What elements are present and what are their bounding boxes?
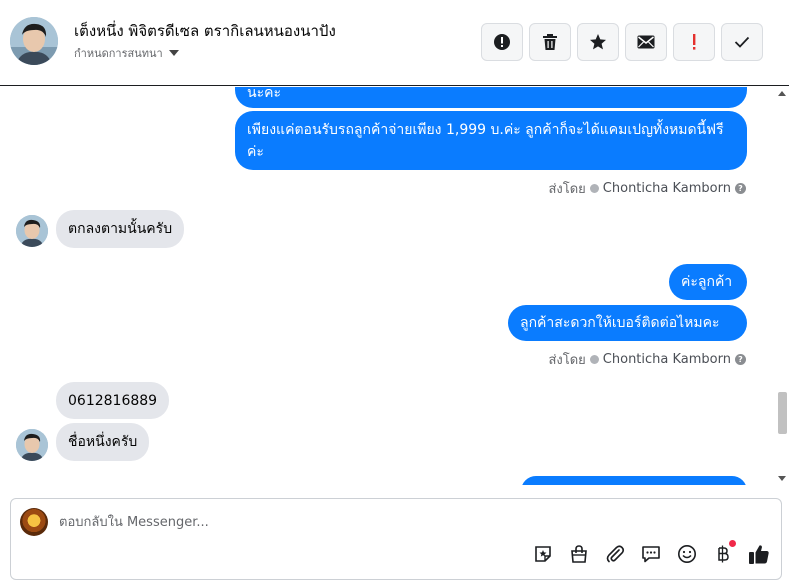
delete-button[interactable] xyxy=(529,23,571,61)
payments-button[interactable] xyxy=(712,540,736,565)
composer-tools xyxy=(532,540,770,565)
message-text: 0612816889 xyxy=(68,393,158,409)
chat-bubble-icon xyxy=(642,546,660,563)
message-text: ลูกค้าสะดวกให้เบอร์ติดต่อไหมคะ xyxy=(520,315,720,331)
header-actions xyxy=(481,23,763,61)
emoji-button[interactable] xyxy=(676,543,698,565)
alert-circle-icon xyxy=(494,34,510,50)
star-button[interactable] xyxy=(577,23,619,61)
envelope-icon xyxy=(637,35,655,49)
trash-icon xyxy=(543,34,557,50)
mark-done-button[interactable] xyxy=(721,23,763,61)
page-badge-icon xyxy=(589,184,599,193)
contact-avatar[interactable] xyxy=(10,17,58,65)
message-thread[interactable]: นะคะ เพียงแค่ตอนรับรถลูกค้าจ่ายเพียง 1,9… xyxy=(0,87,776,485)
scrollbar-thumb[interactable] xyxy=(778,392,787,434)
scroll-down-icon[interactable] xyxy=(778,476,786,481)
scroll-up-icon[interactable] xyxy=(778,91,786,96)
contact-avatar-small[interactable] xyxy=(16,429,48,461)
attach-button[interactable] xyxy=(604,543,626,565)
follow-up-button[interactable] xyxy=(673,23,715,61)
exclamation-icon xyxy=(693,34,696,50)
outgoing-message[interactable]: นะคะ xyxy=(235,87,747,108)
assign-conversation-dropdown[interactable]: กำหนดการสนทนา xyxy=(74,44,179,62)
shopping-bag-icon xyxy=(571,545,587,563)
sticker-button[interactable] xyxy=(532,543,554,565)
check-icon xyxy=(734,36,750,48)
sent-by-label: ส่งโดย Chonticha Kamborn ? xyxy=(548,178,746,199)
contact-name[interactable]: เต็งหนึ่ง พิจิตรดีเซล ตรากิเลนหนองนาปัง xyxy=(74,19,336,43)
page-avatar xyxy=(20,508,48,536)
mark-spam-button[interactable] xyxy=(481,23,523,61)
outgoing-message[interactable]: ลูกค้าสะดวกให้เบอร์ติดต่อไหมคะ xyxy=(508,305,747,341)
reply-composer xyxy=(10,498,782,580)
like-button[interactable] xyxy=(748,543,770,565)
reply-input[interactable] xyxy=(59,513,739,531)
outgoing-message[interactable] xyxy=(521,476,747,485)
notification-dot xyxy=(729,540,736,547)
info-icon[interactable]: ? xyxy=(735,354,746,365)
message-text: ค่ะลูกค้า xyxy=(681,274,733,290)
incoming-message[interactable]: 0612816889 xyxy=(56,382,170,419)
thread-scrollbar[interactable] xyxy=(776,87,789,485)
page-badge-icon xyxy=(589,355,599,364)
star-icon xyxy=(590,34,606,50)
sender-name[interactable]: Chonticha Kamborn xyxy=(603,181,731,196)
info-icon[interactable]: ? xyxy=(735,183,746,194)
outgoing-message[interactable]: เพียงแค่ตอนรับรถลูกค้าจ่ายเพียง 1,999 บ.… xyxy=(235,111,747,170)
conversation-header: เต็งหนึ่ง พิจิตรดีเซล ตรากิเลนหนองนาปัง … xyxy=(0,0,789,86)
assign-label: กำหนดการสนทนา xyxy=(74,47,163,60)
sender-name[interactable]: Chonticha Kamborn xyxy=(603,352,731,367)
paperclip-icon xyxy=(606,545,625,563)
incoming-message[interactable]: ชื่อหนึ่งครับ xyxy=(56,423,150,461)
emoji-icon xyxy=(678,545,696,563)
like-icon xyxy=(749,545,769,564)
contact-avatar-small[interactable] xyxy=(16,215,48,247)
message-text: นะคะ xyxy=(247,87,281,101)
sent-by-label: ส่งโดย Chonticha Kamborn ? xyxy=(548,349,746,370)
saved-replies-button[interactable] xyxy=(640,543,662,565)
currency-icon xyxy=(718,545,729,563)
mark-unread-button[interactable] xyxy=(625,23,667,61)
shop-button[interactable] xyxy=(568,543,590,565)
sticker-icon xyxy=(535,546,551,562)
incoming-message[interactable]: ตกลงตามนั้นครับ xyxy=(56,210,185,248)
message-text: ตกลงตามนั้นครับ xyxy=(68,221,173,237)
outgoing-message[interactable]: ค่ะลูกค้า xyxy=(669,264,747,300)
caret-down-icon xyxy=(168,50,179,56)
message-text: ชื่อหนึ่งครับ xyxy=(68,434,138,450)
message-text: เพียงแค่ตอนรับรถลูกค้าจ่ายเพียง 1,999 บ.… xyxy=(247,122,724,160)
